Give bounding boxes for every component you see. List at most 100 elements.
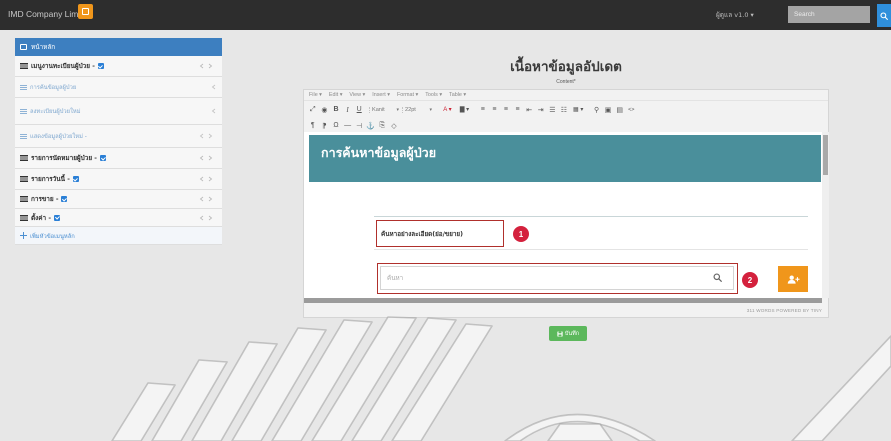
anchor-icon[interactable]: ⚓ xyxy=(365,122,377,130)
list-icon xyxy=(20,176,28,182)
sidebar-item-patient-search[interactable]: การค้นข้อมูลผู้ป่วย xyxy=(15,77,222,98)
menu-table[interactable]: Table xyxy=(449,92,466,98)
scrollbar-thumb[interactable] xyxy=(823,135,828,175)
sidebar-item-settings[interactable]: ตั้งค่า - xyxy=(15,209,222,227)
reorder-arrows-icon[interactable] xyxy=(199,133,213,139)
rtl-icon[interactable]: ⁋ xyxy=(319,122,331,130)
bullet-list-icon[interactable]: ☰ xyxy=(547,106,559,114)
search-icon[interactable] xyxy=(713,273,722,282)
sidebar-item-label: ลงทะเบียนผู้ป่วยใหม่ xyxy=(30,109,81,115)
add-patient-button[interactable] xyxy=(778,266,808,292)
edit-checkbox-icon[interactable] xyxy=(54,214,61,221)
edit-checkbox-icon[interactable] xyxy=(61,196,68,202)
menu-format[interactable]: Format xyxy=(397,92,418,98)
italic-icon[interactable]: I xyxy=(342,106,354,114)
advanced-search-label: ค้นหาอย่างละเอียด(ย่อ/ขยาย) xyxy=(381,230,463,238)
patient-search-input[interactable] xyxy=(380,266,734,290)
reorder-arrows-icon[interactable] xyxy=(199,155,213,161)
content-field-label: Content* xyxy=(556,79,576,85)
menu-icon xyxy=(20,108,27,114)
sidebar-item-new-patient[interactable]: ลงทะเบียนผู้ป่วยใหม่ xyxy=(15,98,222,125)
sidebar-item-patient-registration[interactable]: เมนูงานทะเบียนผู้ป่วย - xyxy=(15,56,222,77)
reorder-arrows-icon[interactable] xyxy=(199,63,213,69)
vertical-scrollbar[interactable] xyxy=(822,132,829,298)
sidebar-item-new-patient-list[interactable]: แสดงข้อมูลผู้ป่วยใหม่ - xyxy=(15,125,222,148)
rich-text-editor: File Edit View Insert Format Tools Table ⤢◉BIU… xyxy=(303,89,829,318)
search-card-header: ค้นหาอย่างละเอียด(ย่อ/ขยาย) 1 xyxy=(374,217,808,250)
horizontal-rule-icon[interactable]: — xyxy=(342,122,354,129)
editor-toolbar-primary: ⤢◉BIUKanit22ptA ▾▇ ▾≡≡≡≡⇤⇥☰☷▦ ▾⚲▣▤<> xyxy=(307,102,637,117)
fullscreen-icon[interactable]: ⤢ xyxy=(307,106,319,114)
editor-toolbar-secondary: ¶ ⁋ Ω — ⊣ ⚓ ⎘ ◇ xyxy=(307,118,400,133)
menu-edit[interactable]: Edit xyxy=(329,92,343,98)
edit-checkbox-icon[interactable] xyxy=(72,176,79,182)
text-color-icon[interactable]: A ▾ xyxy=(439,106,456,113)
media-icon[interactable]: ▤ xyxy=(614,106,626,114)
font-family-select[interactable]: Kanit xyxy=(368,106,402,113)
menu-view[interactable]: View xyxy=(349,92,365,98)
reorder-arrows-icon[interactable] xyxy=(199,176,213,182)
sidebar-add-menu[interactable]: เพิ่มหัวข้อเมนูหลัก xyxy=(15,227,222,245)
template-icon[interactable]: ⎘ xyxy=(377,122,389,130)
image-icon[interactable]: ▣ xyxy=(602,106,614,114)
list-icon xyxy=(20,196,28,202)
user-plus-icon xyxy=(787,275,800,284)
sidebar-item-today[interactable]: รายการวันนี้ - xyxy=(15,169,222,190)
link-icon[interactable]: ⚲ xyxy=(591,106,603,114)
page-break-icon[interactable]: ⊣ xyxy=(353,122,365,130)
list-icon xyxy=(20,155,28,161)
search-field-frame xyxy=(377,263,738,294)
menu-file[interactable]: File xyxy=(309,92,322,98)
section-heading: การค้นหาข้อมูลผู้ป่วย xyxy=(321,145,437,160)
code-icon[interactable]: <> xyxy=(626,107,638,113)
plus-icon xyxy=(20,232,27,239)
sidebar: หน้าหลัก เมนูงานทะเบียนผู้ป่วย - การค้นข… xyxy=(15,38,222,245)
user-menu-dropdown[interactable]: ผู้ดูแล v1.0 ▾ xyxy=(716,10,754,20)
chevron-icon[interactable] xyxy=(211,108,217,114)
list-icon xyxy=(20,63,28,69)
numbered-list-icon[interactable]: ☷ xyxy=(558,106,570,114)
sidebar-item-label: รายการนัดหมายผู้ป่วย - xyxy=(31,154,97,162)
sidebar-item-appointments[interactable]: รายการนัดหมายผู้ป่วย - xyxy=(15,148,222,169)
editor-menubar: File Edit View Insert Format Tools Table xyxy=(304,90,828,101)
indent-icon[interactable]: ⇥ xyxy=(535,106,547,114)
reorder-arrows-icon[interactable] xyxy=(199,215,213,221)
heading-banner: การค้นหาข้อมูลผู้ป่วย xyxy=(309,135,821,182)
reorder-arrows-icon[interactable] xyxy=(199,196,213,202)
callout-marker-1: 1 xyxy=(513,226,529,242)
edit-checkbox-icon[interactable] xyxy=(97,63,104,69)
underline-icon[interactable]: U xyxy=(353,106,365,113)
page-title: เนื้อหาข้อมูลอัปเดต xyxy=(510,59,622,75)
special-char-icon[interactable]: Ω xyxy=(330,122,342,129)
align-justify-icon[interactable]: ≡ xyxy=(512,106,524,113)
outdent-icon[interactable]: ⇤ xyxy=(523,106,535,114)
advanced-search-toggle[interactable]: ค้นหาอย่างละเอียด(ย่อ/ขยาย) xyxy=(376,220,504,247)
background-color-icon[interactable]: ▇ ▾ xyxy=(456,106,473,113)
top-search-input[interactable] xyxy=(788,6,870,23)
editor-content-area[interactable]: การค้นหาข้อมูลผู้ป่วย ค้นหาอย่างละเอียด(… xyxy=(304,132,822,298)
save-button[interactable]: บันทึก xyxy=(549,326,587,341)
sidebar-item-label: การค้นข้อมูลผู้ป่วย xyxy=(30,85,77,91)
align-left-icon[interactable]: ≡ xyxy=(477,106,489,113)
sidebar-item-label: ตั้งค่า - xyxy=(31,213,52,222)
search-card: ค้นหาอย่างละเอียด(ย่อ/ขยาย) 1 2 xyxy=(374,216,808,298)
bold-icon[interactable]: B xyxy=(330,106,342,113)
font-size-select[interactable]: 22pt xyxy=(401,106,435,113)
menu-tools[interactable]: Tools xyxy=(425,92,442,98)
home-icon xyxy=(20,44,27,50)
preview-icon[interactable]: ◉ xyxy=(319,106,331,114)
sidebar-item-home[interactable]: หน้าหลัก xyxy=(15,38,222,56)
ltr-icon[interactable]: ¶ xyxy=(307,122,319,129)
align-right-icon[interactable]: ≡ xyxy=(500,106,512,113)
app-menu-icon[interactable] xyxy=(78,4,93,19)
align-center-icon[interactable]: ≡ xyxy=(489,106,501,113)
top-search-button[interactable] xyxy=(877,4,891,27)
chevron-icon[interactable] xyxy=(211,84,217,90)
table-icon[interactable]: ▦ ▾ xyxy=(570,106,587,113)
edit-checkbox-icon[interactable] xyxy=(99,155,106,161)
sidebar-item-label: รายการวันนี้ - xyxy=(31,175,70,183)
sidebar-item-sales[interactable]: การขาย - xyxy=(15,190,222,209)
menu-insert[interactable]: Insert xyxy=(372,92,390,98)
word-count-status: 311 WORDS POWERED BY TINY xyxy=(746,308,822,313)
code-sample-icon[interactable]: ◇ xyxy=(388,122,400,130)
